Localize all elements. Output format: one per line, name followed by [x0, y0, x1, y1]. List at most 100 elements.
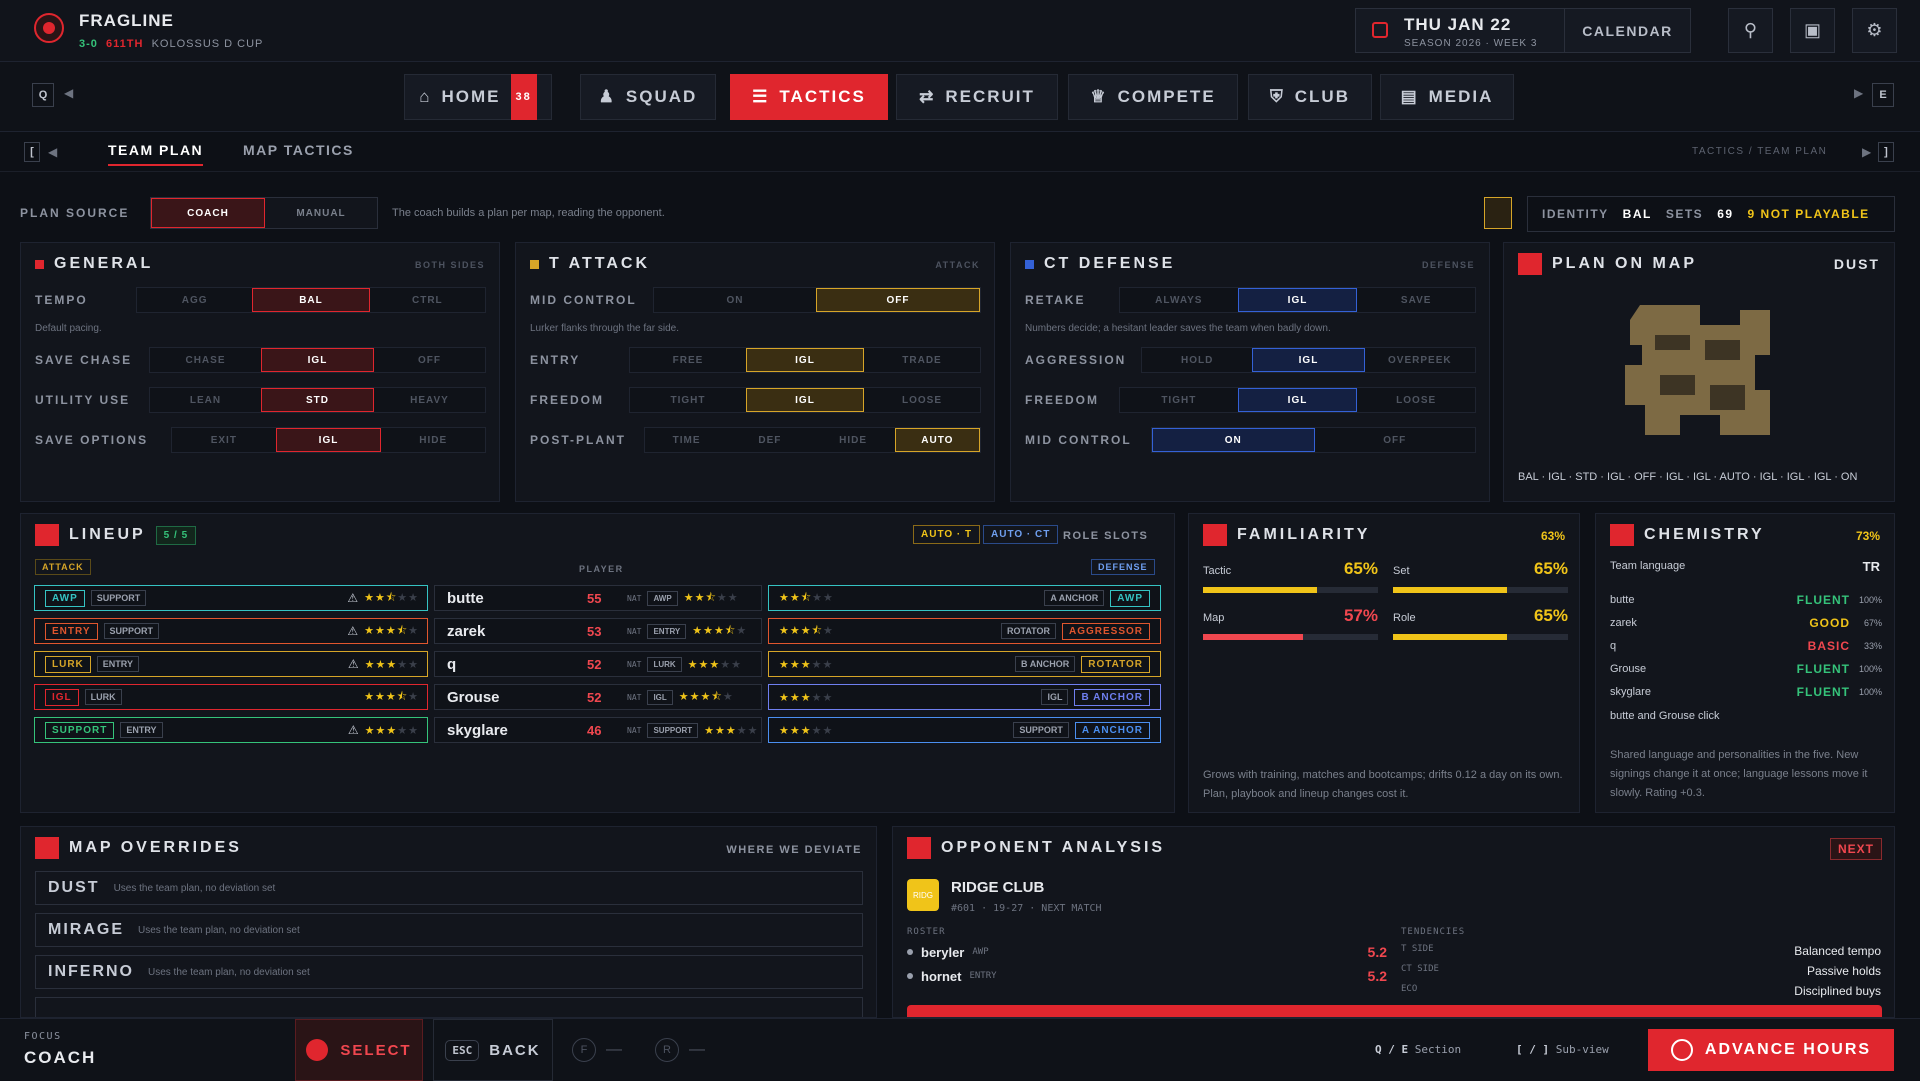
- option[interactable]: EXIT: [172, 428, 276, 452]
- player-cell[interactable]: Grouse 52 NAT IGL ★★★⯪★: [434, 684, 762, 710]
- option[interactable]: ALWAYS: [1120, 288, 1238, 312]
- ct-role-cell[interactable]: ★★★⯪★ ROTATOR AGGRESSOR: [768, 618, 1161, 644]
- lineup-row[interactable]: IGL LURK ★★★⯪★ Grouse 52 NAT IGL ★★★⯪★ ★★★★★ IGL B…: [34, 684, 1161, 710]
- subtab-map-tactics[interactable]: MAP TACTICS: [243, 142, 354, 164]
- override-row-dust[interactable]: DUST Uses the team plan, no deviation se…: [35, 871, 863, 905]
- player-cell[interactable]: skyglare 46 NAT SUPPORT ★★★★★: [434, 717, 762, 743]
- option-selected[interactable]: STD: [261, 388, 374, 412]
- ct-role-cell[interactable]: ★★⯪★★ A ANCHOR AWP: [768, 585, 1161, 611]
- option-selected[interactable]: BAL: [252, 288, 370, 312]
- option[interactable]: LEAN: [150, 388, 261, 412]
- opponent-alert-bar[interactable]: [907, 1005, 1882, 1017]
- star-full-icon: ★: [800, 624, 812, 637]
- tab-squad[interactable]: ♟ SQUAD: [580, 74, 716, 120]
- subnav-next-key[interactable]: ]: [1878, 142, 1894, 162]
- map-minimap[interactable]: [1620, 295, 1780, 445]
- subtab-team-plan[interactable]: TEAM PLAN: [108, 142, 204, 166]
- override-row-inferno[interactable]: INFERNO Uses the team plan, no deviation…: [35, 955, 863, 989]
- select-button[interactable]: SELECT: [295, 1019, 423, 1081]
- lineup-row[interactable]: SUPPORT ENTRY ⚠ ★★★★★ skyglare 46 NAT SUPPORT ★★…: [34, 717, 1161, 743]
- tab-media[interactable]: ▤ MEDIA: [1380, 74, 1514, 120]
- tab-tactics[interactable]: ☰ TACTICS: [730, 74, 888, 120]
- option[interactable]: LOOSE: [1357, 388, 1475, 412]
- option-selected[interactable]: OFF: [816, 288, 980, 312]
- chevron-left-icon[interactable]: ◀: [64, 86, 73, 100]
- option-selected[interactable]: IGL: [1237, 388, 1358, 412]
- back-button[interactable]: ESC BACK: [433, 1019, 553, 1081]
- option[interactable]: HOLD: [1142, 348, 1252, 372]
- option-selected[interactable]: IGL: [1237, 288, 1358, 312]
- retake-options: ALWAYS IGL SAVE: [1119, 287, 1476, 313]
- player-cell[interactable]: q 52 NAT LURK ★★★★★: [434, 651, 762, 677]
- option-selected[interactable]: IGL: [261, 348, 374, 372]
- t-role-cell[interactable]: LURK ENTRY ⚠ ★★★★★: [34, 651, 428, 677]
- identity-swatch[interactable]: [1484, 197, 1512, 229]
- player-cell[interactable]: zarek 53 NAT ENTRY ★★★⯪★: [434, 618, 762, 644]
- settings-button[interactable]: ⚙: [1852, 8, 1897, 53]
- option[interactable]: TIME: [645, 428, 728, 452]
- roster-row[interactable]: hornet ENTRY 5.2: [907, 968, 1387, 984]
- lineup-row[interactable]: ENTRY SUPPORT ⚠ ★★★⯪★ zarek 53 NAT ENTRY ★★★⯪★ ★★…: [34, 618, 1161, 644]
- ct-role-cell[interactable]: ★★★★★ IGL B ANCHOR: [768, 684, 1161, 710]
- option-selected[interactable]: IGL: [1252, 348, 1365, 372]
- roster-row[interactable]: beryler AWP 5.2: [907, 944, 1387, 960]
- tab-recruit[interactable]: ⇄ RECRUIT: [896, 74, 1058, 120]
- plan-source-coach[interactable]: COACH: [151, 198, 265, 228]
- t-role-cell[interactable]: AWP SUPPORT ⚠ ★★⯪★★: [34, 585, 428, 611]
- advance-hours-button[interactable]: ADVANCE HOURS: [1648, 1029, 1894, 1071]
- ct-role-cell[interactable]: ★★★★★ SUPPORT A ANCHOR: [768, 717, 1161, 743]
- option-selected[interactable]: IGL: [746, 388, 864, 412]
- auto-ct-button[interactable]: AUTO · CT: [983, 525, 1059, 544]
- override-row-more[interactable]: [35, 997, 863, 1017]
- option[interactable]: CTRL: [370, 288, 485, 312]
- option[interactable]: FREE: [630, 348, 746, 372]
- option[interactable]: OFF: [1315, 428, 1476, 452]
- f-key-slot[interactable]: F —: [572, 1038, 622, 1062]
- option[interactable]: OFF: [374, 348, 485, 372]
- option[interactable]: HEAVY: [374, 388, 485, 412]
- r-key-slot[interactable]: R —: [655, 1038, 705, 1062]
- search-button[interactable]: ⚲: [1728, 8, 1773, 53]
- option[interactable]: TIGHT: [630, 388, 746, 412]
- ct-role-cell[interactable]: ★★★★★ B ANCHOR ROTATOR: [768, 651, 1161, 677]
- option[interactable]: SAVE: [1357, 288, 1475, 312]
- chevron-right-icon[interactable]: ▶: [1862, 145, 1871, 159]
- t-role-cell[interactable]: SUPPORT ENTRY ⚠ ★★★★★: [34, 717, 428, 743]
- save-button[interactable]: ▣: [1790, 8, 1835, 53]
- option[interactable]: AGG: [137, 288, 252, 312]
- option-selected[interactable]: IGL: [275, 428, 382, 452]
- option[interactable]: TIGHT: [1120, 388, 1238, 412]
- lineup-row[interactable]: AWP SUPPORT ⚠ ★★⯪★★ butte 55 NAT AWP ★★⯪★★ ★★⯪★★ A…: [34, 585, 1161, 611]
- plan-source-manual[interactable]: MANUAL: [265, 198, 377, 228]
- natural-role-chip: AWP: [647, 590, 678, 606]
- option[interactable]: LOOSE: [864, 388, 980, 412]
- lineup-row[interactable]: LURK ENTRY ⚠ ★★★★★ q 52 NAT LURK ★★★★★ ★★★★★ B ANC…: [34, 651, 1161, 677]
- tab-club[interactable]: ⛨ CLUB: [1248, 74, 1372, 120]
- option[interactable]: TRADE: [864, 348, 980, 372]
- option[interactable]: DEF: [728, 428, 811, 452]
- nav-prev-key[interactable]: Q: [32, 83, 54, 107]
- chevron-left-icon[interactable]: ◀: [48, 145, 57, 159]
- chevron-right-icon[interactable]: ▶: [1854, 86, 1863, 100]
- post-plant-options: TIME DEF HIDE AUTO: [644, 427, 981, 453]
- t-role-cell[interactable]: ENTRY SUPPORT ⚠ ★★★⯪★: [34, 618, 428, 644]
- familiarity-set: Set 65%: [1393, 559, 1568, 593]
- auto-t-button[interactable]: AUTO · T: [913, 525, 981, 544]
- t-role-cell[interactable]: IGL LURK ★★★⯪★: [34, 684, 428, 710]
- map-overrides-title: MAP OVERRIDES: [35, 837, 242, 859]
- option[interactable]: OVERPEEK: [1365, 348, 1475, 372]
- option[interactable]: ON: [654, 288, 816, 312]
- option[interactable]: HIDE: [381, 428, 485, 452]
- tab-home[interactable]: ⌂ HOME 38: [404, 74, 552, 120]
- player-cell[interactable]: butte 55 NAT AWP ★★⯪★★: [434, 585, 762, 611]
- tab-compete[interactable]: ♕ COMPETE: [1068, 74, 1238, 120]
- subnav-prev-key[interactable]: [: [24, 142, 40, 162]
- option[interactable]: HIDE: [812, 428, 895, 452]
- option-selected[interactable]: AUTO: [894, 428, 980, 452]
- override-row-mirage[interactable]: MIRAGE Uses the team plan, no deviation …: [35, 913, 863, 947]
- option[interactable]: CHASE: [150, 348, 261, 372]
- nav-next-key[interactable]: E: [1872, 83, 1894, 107]
- option-selected[interactable]: IGL: [746, 348, 864, 372]
- calendar-button[interactable]: CALENDAR: [1564, 9, 1690, 52]
- option-selected[interactable]: ON: [1152, 428, 1315, 452]
